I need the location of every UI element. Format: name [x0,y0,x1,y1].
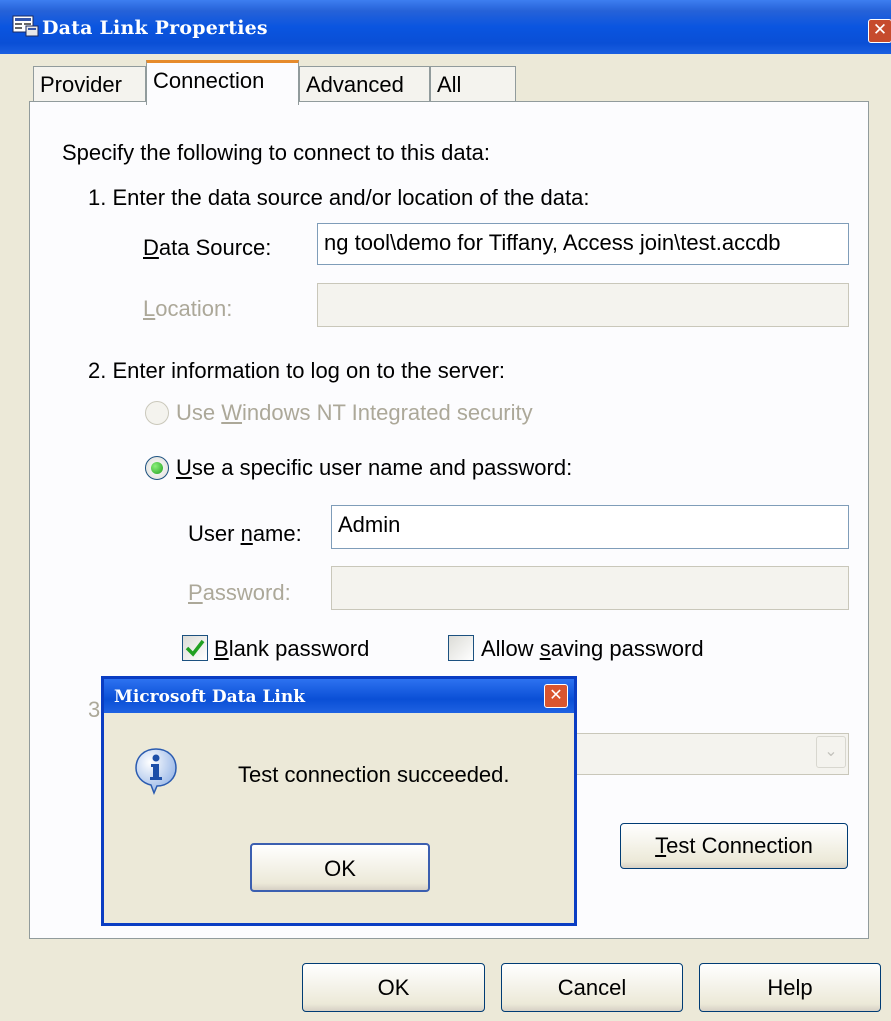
intro-text: Specify the following to connect to this… [62,140,491,165]
close-icon[interactable]: ✕ [544,684,568,708]
nt-security-label: Use Windows NT Integrated security [176,400,533,425]
close-icon[interactable]: ✕ [868,19,891,43]
message-box-title-bar: Microsoft Data Link ✕ [104,679,574,713]
tab-advanced[interactable]: Advanced [299,66,430,102]
username-input[interactable]: Admin [331,505,849,549]
location-input[interactable] [317,283,849,327]
data-source-label: Data Source: [143,235,272,260]
chevron-down-icon[interactable]: ⌄ [816,736,846,768]
info-icon [135,748,177,795]
checkmark-icon [185,639,205,657]
message-box-title: Microsoft Data Link [114,687,306,707]
data-source-input[interactable]: ng tool\demo for Tiffany, Access join\te… [317,223,849,265]
allow-saving-label: Allow saving password [481,636,704,661]
window-title: Data Link Properties [42,17,268,39]
test-connection-button[interactable]: Test Connection [620,823,848,869]
data-link-icon [12,15,39,37]
specific-user-radio[interactable] [145,456,169,480]
allow-saving-checkbox[interactable] [448,635,474,661]
username-label: User name: [188,521,302,546]
step1-heading: 1. Enter the data source and/or location… [88,185,590,210]
tab-connection[interactable]: Connection [146,60,299,105]
specific-user-label: Use a specific user name and password: [176,455,573,480]
password-label: Password: [188,580,291,605]
step3-heading-fragment: 3 [88,697,101,722]
tab-provider[interactable]: Provider [33,66,146,102]
blank-password-label: Blank password [214,636,370,661]
help-button[interactable]: Help [699,963,881,1012]
tab-all[interactable]: All [430,66,516,102]
cancel-button[interactable]: Cancel [501,963,683,1012]
location-label: Location: [143,296,233,321]
initial-catalog-select[interactable]: ⌄ [560,733,849,775]
message-ok-button[interactable]: OK [250,843,430,892]
blank-password-checkbox[interactable] [182,635,208,661]
message-text: Test connection succeeded. [238,762,510,787]
nt-security-radio[interactable] [145,401,169,425]
password-input[interactable] [331,566,849,610]
message-box: Microsoft Data Link ✕ Test connection su… [101,676,577,926]
step2-heading: 2. Enter information to log on to the se… [88,358,506,383]
title-bar: Data Link Properties ✕ [0,0,891,54]
ok-button[interactable]: OK [302,963,485,1012]
